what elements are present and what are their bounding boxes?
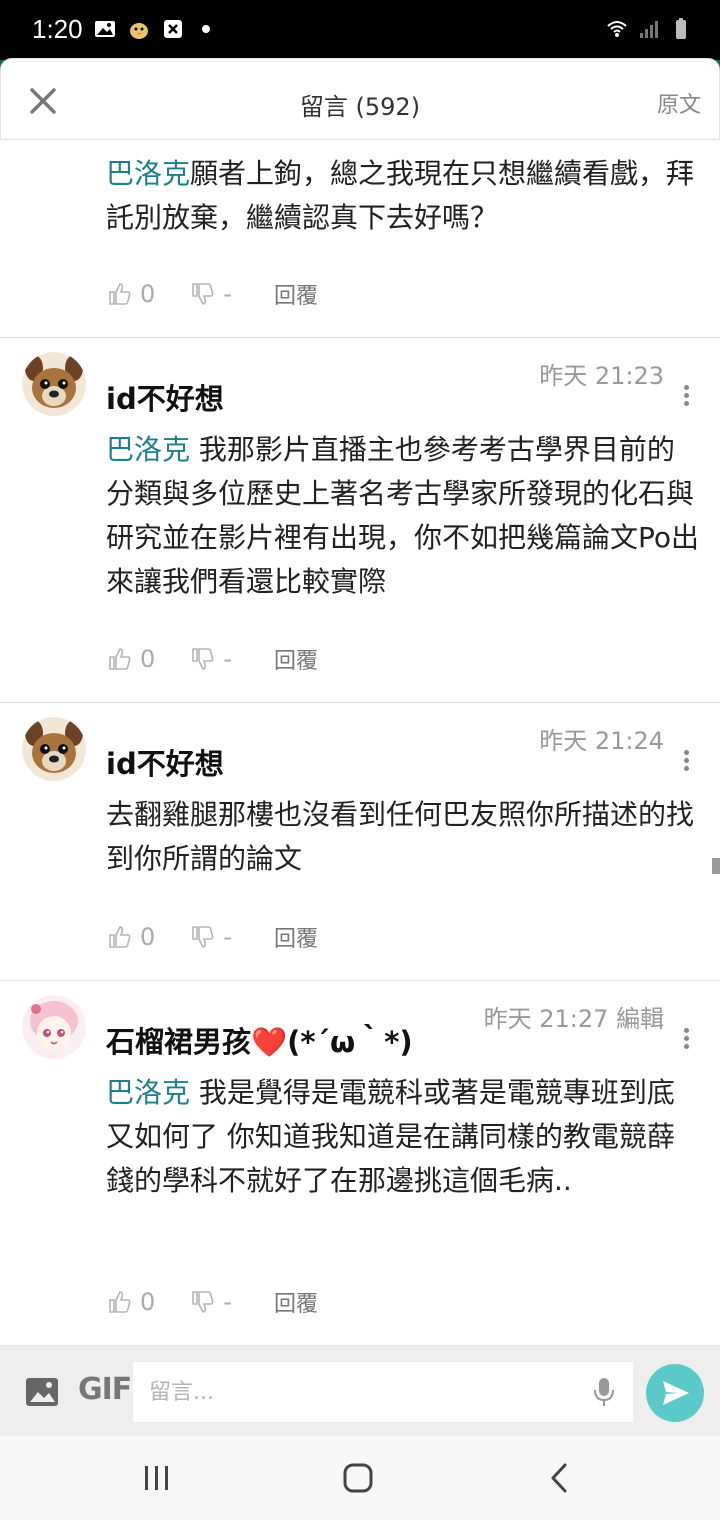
dislike-button[interactable]: - xyxy=(191,923,274,951)
wifi-icon xyxy=(607,21,627,37)
comment-item: 巴洛克願者上鉤，總之我現在只想繼續看戲，拜託別放棄，繼續認真下去好嗎？ 0 - … xyxy=(0,140,720,338)
dislike-button[interactable]: - xyxy=(191,645,274,673)
reply-button[interactable]: 回覆 xyxy=(274,1286,318,1318)
dislike-count: - xyxy=(223,645,232,673)
reply-button[interactable]: 回覆 xyxy=(274,643,318,675)
gif-button[interactable]: GIF xyxy=(78,1372,132,1407)
thumbs-up-icon xyxy=(109,648,131,670)
user-mention[interactable]: 巴洛克 xyxy=(106,433,190,466)
scrollbar-thumb[interactable] xyxy=(712,858,720,874)
gallery-notification-icon xyxy=(95,21,115,37)
thumbs-down-icon xyxy=(192,1291,214,1313)
home-icon[interactable] xyxy=(342,1462,374,1494)
dog-avatar-icon xyxy=(22,717,86,781)
dislike-button[interactable]: - xyxy=(191,1288,274,1316)
thumbs-down-icon xyxy=(192,926,214,948)
back-icon[interactable] xyxy=(548,1462,570,1494)
dog-avatar-icon xyxy=(22,352,86,416)
comment-actions: 0 - 回覆 xyxy=(108,1284,318,1320)
more-notifications-dot xyxy=(202,25,210,33)
original-post-link[interactable]: 原文 xyxy=(657,87,701,119)
recent-apps-icon[interactable] xyxy=(142,1464,172,1492)
anime-girl-avatar-icon xyxy=(22,995,86,1059)
comment-text: 巴洛克 我是覺得是電競科或著是電競專班到底又如何了 你知道我知道是在講同樣的教電… xyxy=(106,1076,675,1197)
signal-icon xyxy=(640,21,658,38)
avatar[interactable] xyxy=(22,995,86,1059)
comment-list[interactable]: 巴洛克願者上鉤，總之我現在只想繼續看戲，拜託別放棄，繼續認真下去好嗎？ 0 - … xyxy=(0,140,720,1346)
system-navigation-bar xyxy=(0,1436,720,1520)
image-icon[interactable] xyxy=(24,1374,60,1410)
blocked-app-notification-icon xyxy=(164,20,182,38)
reply-button[interactable]: 回覆 xyxy=(274,921,318,953)
thumbs-up-icon xyxy=(109,926,131,948)
comment-timestamp: 昨天 21:27 編輯 xyxy=(483,1005,664,1033)
dislike-button[interactable]: - xyxy=(191,280,274,308)
username[interactable]: id不好想 xyxy=(106,376,224,418)
dislike-count: - xyxy=(223,923,232,951)
user-mention[interactable]: 巴洛克 xyxy=(106,157,190,190)
thumbs-down-icon xyxy=(192,283,214,305)
status-time: 1:20 xyxy=(32,14,83,44)
comment-item: id不好想 昨天 21:24 去翻雞腿那樓也沒看到任何巴友照你所描述的找到你所謂… xyxy=(0,703,720,981)
microphone-icon[interactable] xyxy=(592,1376,616,1408)
username[interactable]: id不好想 xyxy=(106,741,224,783)
more-options-icon[interactable] xyxy=(678,1025,694,1053)
like-count: 0 xyxy=(140,1288,156,1316)
comment-text: 去翻雞腿那樓也沒看到任何巴友照你所描述的找到你所謂的論文 xyxy=(106,798,695,875)
like-count: 0 xyxy=(140,280,156,308)
send-button[interactable] xyxy=(646,1364,704,1422)
status-bar: 1:20 xyxy=(0,0,720,60)
system-icons xyxy=(606,18,692,40)
comments-header: 留言 (592) 原文 xyxy=(0,58,720,140)
comment-actions: 0 - 回覆 xyxy=(108,276,318,312)
notification-icons xyxy=(94,18,210,40)
comment-item: 石榴裙男孩❤️(*´ω｀*) 昨天 21:27 編輯 巴洛克 我是覺得是電競科或… xyxy=(0,981,720,1346)
battery-icon xyxy=(676,18,686,39)
more-options-icon[interactable] xyxy=(678,747,694,775)
comment-text: 巴洛克願者上鉤，總之我現在只想繼續看戲，拜託別放棄，繼續認真下去好嗎？ xyxy=(106,157,695,234)
thumbs-up-icon xyxy=(109,283,131,305)
dislike-count: - xyxy=(223,280,232,308)
comment-actions: 0 - 回覆 xyxy=(108,919,318,955)
comment-composer: GIF xyxy=(0,1346,720,1436)
comment-timestamp: 昨天 21:23 xyxy=(539,362,664,390)
page-title: 留言 (592) xyxy=(299,93,421,121)
thumbs-up-icon xyxy=(109,1291,131,1313)
comment-actions: 0 - 回覆 xyxy=(108,641,318,677)
like-button[interactable]: 0 xyxy=(108,280,191,308)
dislike-count: - xyxy=(223,1288,232,1316)
user-mention[interactable]: 巴洛克 xyxy=(106,1076,190,1109)
comment-text: 巴洛克 我那影片直播主也參考考古學界目前的分類與多位歷史上著名考古學家所發現的化… xyxy=(106,433,700,598)
avatar[interactable] xyxy=(22,717,86,781)
chick-notification-icon xyxy=(130,23,148,39)
comment-timestamp: 昨天 21:24 xyxy=(539,727,664,755)
more-options-icon[interactable] xyxy=(678,382,694,410)
avatar[interactable] xyxy=(22,352,86,416)
username[interactable]: 石榴裙男孩❤️(*´ω｀*) xyxy=(106,1019,413,1061)
reply-button[interactable]: 回覆 xyxy=(274,278,318,310)
like-button[interactable]: 0 xyxy=(108,923,191,951)
like-button[interactable]: 0 xyxy=(108,1288,191,1316)
comment-item: id不好想 昨天 21:23 巴洛克 我那影片直播主也參考考古學界目前的分類與多… xyxy=(0,338,720,703)
thumbs-down-icon xyxy=(192,648,214,670)
send-icon xyxy=(663,1381,689,1405)
like-count: 0 xyxy=(140,645,156,673)
like-count: 0 xyxy=(140,923,156,951)
like-button[interactable]: 0 xyxy=(108,645,191,673)
comment-input[interactable] xyxy=(133,1362,633,1422)
